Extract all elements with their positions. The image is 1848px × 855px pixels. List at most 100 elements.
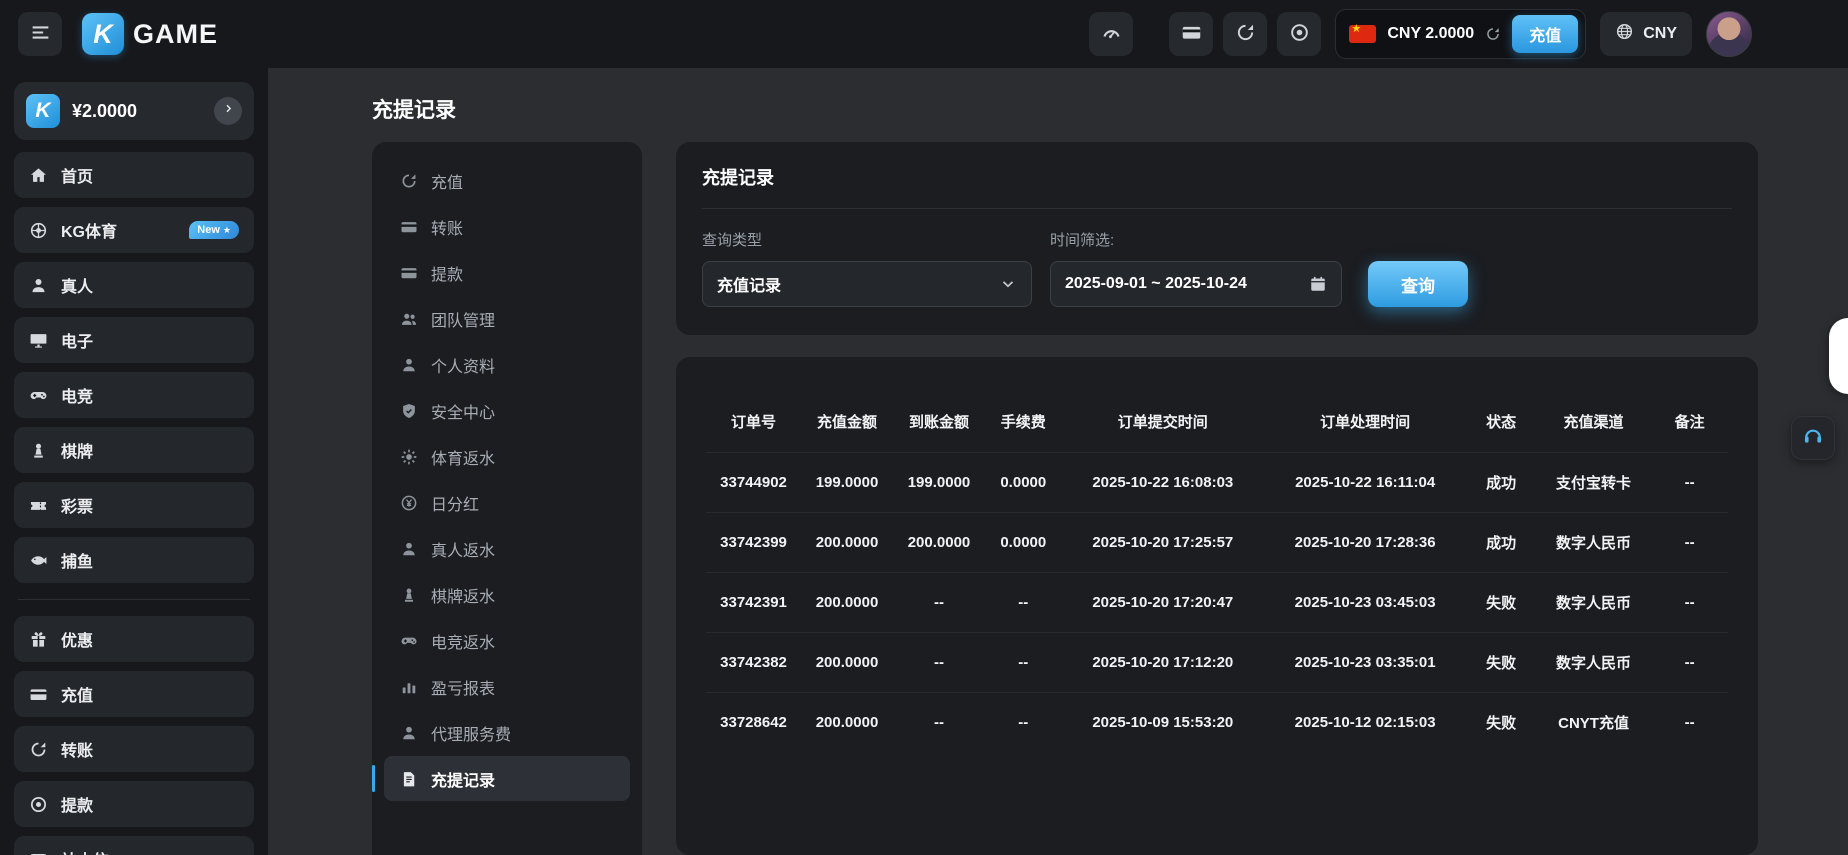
globe-icon: [1615, 22, 1634, 46]
table-cell: 200.0000: [801, 573, 893, 633]
sidebar-item-ball[interactable]: KG体育New★: [14, 207, 254, 253]
table-cell: CNYT充值: [1536, 693, 1651, 753]
target-icon: [29, 795, 48, 814]
query-button[interactable]: 查询: [1368, 261, 1468, 307]
refresh-balance-icon[interactable]: [1485, 26, 1501, 42]
table-cell: --: [893, 573, 985, 633]
inner-nav-item[interactable]: 个人资料: [384, 342, 630, 387]
table-cell: --: [985, 633, 1062, 693]
inner-nav-item[interactable]: 充提记录: [384, 756, 630, 801]
sidebar-item-monitor[interactable]: 电子: [14, 317, 254, 363]
table-cell: 200.0000: [801, 633, 893, 693]
inner-nav-item[interactable]: 电竞返水: [384, 618, 630, 663]
table-cell: 199.0000: [893, 453, 985, 513]
wallet-balance: CNY 2.0000: [1387, 25, 1474, 43]
sidebar-nav-service: 优惠充值转账提款站内信线上客服: [14, 616, 254, 855]
ticket-icon: [29, 496, 48, 515]
records-table-body: 33744902199.0000199.00000.00002025-10-22…: [706, 453, 1728, 753]
chevron-down-icon: [999, 275, 1017, 293]
sidebar-item-fish[interactable]: 捕鱼: [14, 537, 254, 583]
logo-text: GAME: [133, 19, 218, 50]
sidebar-item-card[interactable]: 充值: [14, 671, 254, 717]
date-range-input[interactable]: 2025-09-01 ~ 2025-10-24: [1050, 261, 1342, 307]
drawer-handle[interactable]: [1829, 318, 1848, 394]
sidebar-item-gift[interactable]: 优惠: [14, 616, 254, 662]
table-cell: 2025-10-20 17:20:47: [1062, 573, 1264, 633]
currency-selector[interactable]: ★ CNY 2.0000 充值: [1335, 9, 1586, 59]
sidebar-item-mail[interactable]: 站内信: [14, 836, 254, 855]
table-cell: --: [1651, 453, 1728, 513]
card-button[interactable]: [1169, 12, 1213, 56]
sidebar-item-pawn[interactable]: 棋牌: [14, 427, 254, 473]
app-root: K GAME ★ CNY 2.0000 充值 CNY K: [0, 0, 1848, 855]
table-cell: --: [985, 573, 1062, 633]
headset-icon: [1802, 425, 1824, 452]
deposit-button[interactable]: 充值: [1512, 15, 1578, 53]
target-button[interactable]: [1277, 12, 1321, 56]
sidebar-item-target[interactable]: 提款: [14, 781, 254, 827]
inner-nav-item[interactable]: 转账: [384, 204, 630, 249]
person-icon: [29, 276, 48, 295]
inner-nav-item[interactable]: 棋牌返水: [384, 572, 630, 617]
inner-nav-item[interactable]: 体育返水: [384, 434, 630, 479]
filter-panel-title: 充提记录: [702, 164, 1732, 190]
sidebar-item-ticket[interactable]: 彩票: [14, 482, 254, 528]
table-cell: 200.0000: [801, 513, 893, 573]
new-badge: New★: [189, 221, 239, 239]
chart-icon: [400, 678, 418, 696]
table-cell: 33744902: [706, 453, 801, 513]
column-header: 手续费: [985, 411, 1062, 453]
sidebar-item-refresh[interactable]: 转账: [14, 726, 254, 772]
table-cell: 200.0000: [801, 693, 893, 753]
menu-icon: [30, 22, 51, 46]
hamburger-menu-button[interactable]: [18, 12, 62, 56]
table-cell: 2025-10-23 03:35:01: [1264, 633, 1466, 693]
table-cell: 33742399: [706, 513, 801, 573]
inner-nav-item[interactable]: 提款: [384, 250, 630, 295]
filter-panel: 充提记录 查询类型 充值记录 时间筛选:: [676, 142, 1758, 335]
china-flag-icon: ★: [1349, 25, 1376, 43]
sidebar-item-person[interactable]: 真人: [14, 262, 254, 308]
sidebar: K ¥2.0000 首页 KG体育New★ 真人电子电竞棋牌彩票捕鱼 优惠充值转账提…: [0, 68, 268, 855]
gamepad-icon: [400, 632, 418, 650]
inner-nav-item[interactable]: 安全中心: [384, 388, 630, 433]
table-cell: 2025-10-20 17:12:20: [1062, 633, 1264, 693]
table-cell: --: [1651, 633, 1728, 693]
query-type-select[interactable]: 充值记录: [702, 261, 1032, 307]
language-selector[interactable]: CNY: [1600, 12, 1692, 56]
table-cell: 数字人民币: [1536, 573, 1651, 633]
inner-nav-item[interactable]: 团队管理: [384, 296, 630, 341]
user-avatar[interactable]: [1706, 11, 1752, 57]
table-row: 33744902199.0000199.00000.00002025-10-22…: [706, 453, 1728, 513]
sidebar-wallet-card[interactable]: K ¥2.0000: [14, 82, 254, 140]
records-table: 订单号充值金额到账金额手续费订单提交时间订单处理时间状态充值渠道备注 33744…: [706, 411, 1728, 752]
refresh-button[interactable]: [1223, 12, 1267, 56]
table-cell: 成功: [1466, 453, 1535, 513]
gauge-button[interactable]: [1089, 12, 1133, 56]
users-icon: [400, 310, 418, 328]
sidebar-balance: ¥2.0000: [72, 101, 137, 122]
customer-service-button[interactable]: [1791, 416, 1835, 460]
wallet-expand-button[interactable]: [214, 97, 242, 125]
table-cell: 2025-10-20 17:28:36: [1264, 513, 1466, 573]
inner-nav: 充值转账提款团队管理个人资料安全中心体育返水日分红真人返水棋牌返水电竞返水盈亏报…: [372, 142, 642, 855]
sidebar-item-gamepad[interactable]: 电竞: [14, 372, 254, 418]
calendar-icon: [1309, 275, 1327, 293]
inner-nav-item[interactable]: 代理服务费: [384, 710, 630, 755]
inner-nav-item[interactable]: 充值: [384, 158, 630, 203]
brand-logo[interactable]: K GAME: [82, 13, 218, 55]
refresh-icon: [400, 172, 418, 190]
inner-nav-item[interactable]: 日分红: [384, 480, 630, 525]
gamepad-icon: [29, 386, 48, 405]
inner-nav-item[interactable]: 真人返水: [384, 526, 630, 571]
sparkle-icon: ★: [223, 225, 231, 236]
column-header: 充值金额: [801, 411, 893, 453]
table-cell: 2025-10-22 16:11:04: [1264, 453, 1466, 513]
sidebar-item-home[interactable]: 首页: [14, 152, 254, 198]
table-cell: --: [1651, 513, 1728, 573]
table-cell: 0.0000: [985, 453, 1062, 513]
refresh-icon: [1235, 22, 1256, 46]
table-cell: 0.0000: [985, 513, 1062, 573]
inner-nav-item[interactable]: 盈亏报表: [384, 664, 630, 709]
chevron-right-icon: [222, 102, 235, 120]
